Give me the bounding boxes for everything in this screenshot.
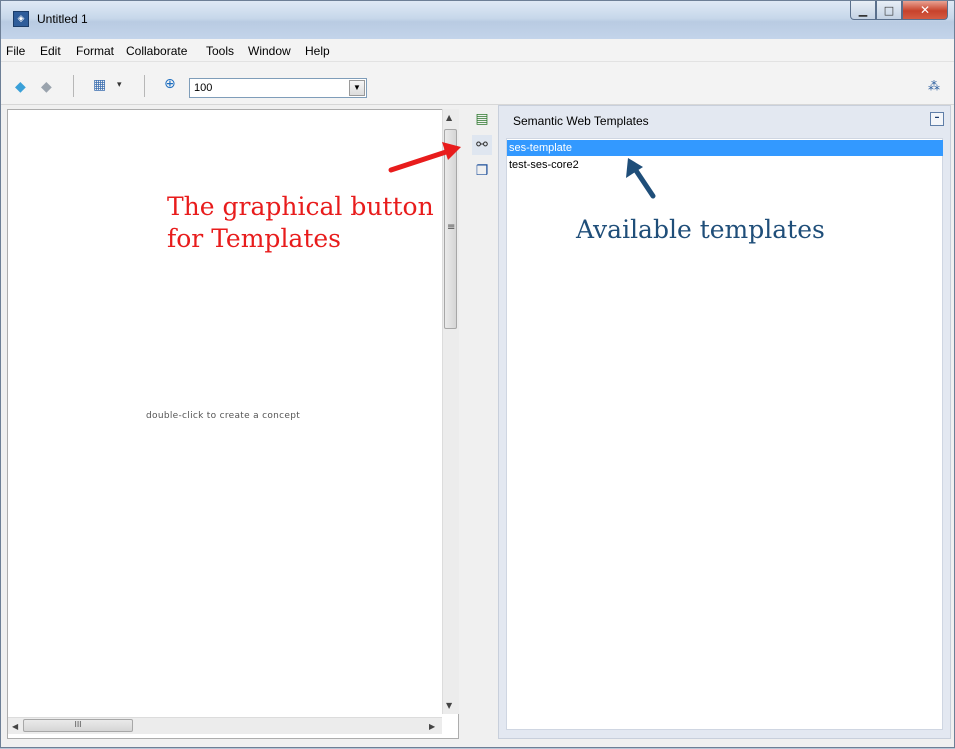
blue-arrow <box>626 158 656 199</box>
application-window: ◈ Untitled 1 ▁ □ ✕ File Edit Format Coll… <box>0 0 955 748</box>
annotation-arrows <box>388 142 656 199</box>
red-arrow <box>388 142 461 173</box>
